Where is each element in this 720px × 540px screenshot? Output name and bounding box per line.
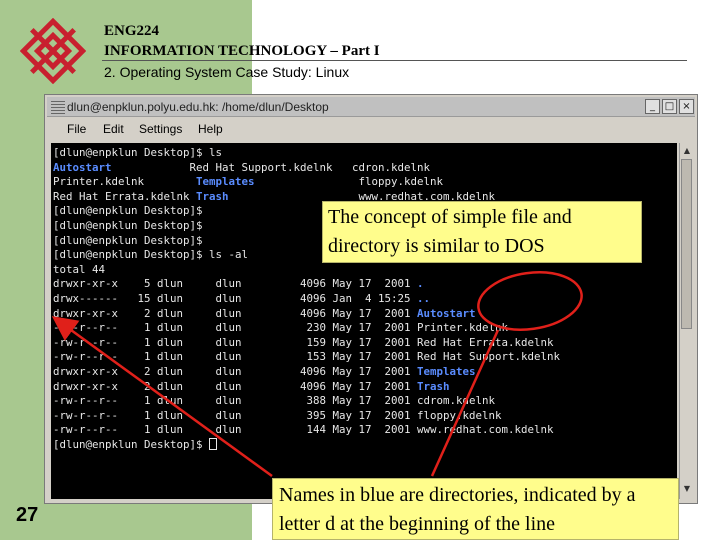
maximize-button[interactable]: □: [662, 99, 677, 114]
menu-settings[interactable]: Settings: [139, 122, 182, 136]
header-divider: [102, 60, 687, 61]
menu-file[interactable]: File: [67, 122, 86, 136]
scroll-up-icon[interactable]: ▲: [681, 145, 693, 157]
ls-row: -rw-r--r-- 1 dlun dlun 153 May 17 2001 R…: [53, 350, 561, 364]
dir-name: Templates: [196, 175, 255, 189]
minimize-button[interactable]: _: [645, 99, 660, 114]
window-menu-icon[interactable]: [51, 100, 65, 114]
file-name: floppy.kdelnk: [417, 408, 502, 422]
ls-row: -rw-r--r-- 1 dlun dlun 230 May 17 2001 P…: [53, 321, 509, 335]
scroll-down-icon[interactable]: ▼: [681, 483, 693, 495]
course-code: ENG224: [104, 23, 160, 39]
terminal-line: [dlun@enpklun Desktop]$ ls -al: [53, 248, 249, 262]
file-name: www.redhat.com.kdelnk: [417, 423, 554, 437]
ls-row: -rw-r--r-- 1 dlun dlun 388 May 17 2001 c…: [53, 394, 496, 408]
menubar: File Edit Settings Help: [47, 118, 695, 140]
course-title: INFORMATION TECHNOLOGY – Part I: [104, 43, 380, 59]
ls-row: -rw-r--r-- 1 dlun dlun 159 May 17 2001 R…: [53, 335, 554, 349]
terminal-line: Autostart Red Hat Support.kdelnk cdron.k…: [53, 160, 431, 174]
terminal-output[interactable]: [dlun@enpklun Desktop]$ ls Autostart Red…: [51, 143, 677, 499]
dir-name: Trash: [196, 189, 229, 203]
text-cursor: [209, 438, 218, 450]
terminal-line: [dlun@enpklun Desktop]$ ls: [53, 146, 223, 159]
file-name: Red Hat Errata.kdelnk: [417, 335, 554, 349]
file-name: Red Hat Support.kdelnk: [417, 350, 561, 364]
slide-subtitle: 2. Operating System Case Study: Linux: [104, 64, 350, 80]
dir-name: Autostart: [417, 306, 476, 320]
ls-row: -rw-r--r-- 1 dlun dlun 144 May 17 2001 w…: [53, 423, 554, 437]
terminal-scrollbar[interactable]: ▲ ▼: [679, 143, 693, 499]
terminal-prompt[interactable]: [dlun@enpklun Desktop]$: [53, 438, 218, 453]
dir-name: .: [417, 277, 424, 291]
window-title: dlun@enpklun.polyu.edu.hk: /home/dlun/De…: [67, 100, 329, 114]
file-name: cdrom.kdelnk: [417, 394, 496, 408]
window-titlebar[interactable]: dlun@enpklun.polyu.edu.hk: /home/dlun/De…: [47, 97, 695, 117]
dir-name: ..: [417, 292, 431, 305]
ls-row: -rw-r--r-- 1 dlun dlun 395 May 17 2001 f…: [53, 408, 502, 422]
close-button[interactable]: ×: [679, 99, 694, 114]
ls-row: drwxr-xr-x 5 dlun dlun 4096 May 17 2001 …: [53, 277, 424, 291]
terminal-line: Printer.kdelnk Templates floppy.kdelnk: [53, 175, 444, 189]
menu-edit[interactable]: Edit: [103, 122, 124, 136]
terminal-line: total 44: [53, 262, 106, 276]
ls-row: drwx------ 15 dlun dlun 4096 Jan 4 15:25…: [53, 292, 431, 305]
menu-help[interactable]: Help: [198, 122, 223, 136]
dir-name: Autostart: [53, 160, 112, 174]
terminal-line: [dlun@enpklun Desktop]$: [53, 219, 203, 232]
terminal-line: [dlun@enpklun Desktop]$: [53, 233, 203, 247]
terminal-line: [dlun@enpklun Desktop]$: [53, 204, 203, 218]
dir-name: Templates: [417, 365, 476, 378]
terminal-window[interactable]: dlun@enpklun.polyu.edu.hk: /home/dlun/De…: [44, 94, 698, 504]
ls-row: drwxr-xr-x 2 dlun dlun 4096 May 17 2001 …: [53, 379, 450, 393]
slide-header: ENG224 INFORMATION TECHNOLOGY – Part I 2…: [104, 21, 380, 83]
dir-name: Trash: [417, 379, 450, 393]
callout-blue-directories: Names in blue are directories, indicated…: [272, 478, 679, 540]
scrollbar-thumb[interactable]: [681, 159, 692, 329]
ls-row: drwxr-xr-x 2 dlun dlun 4096 May 17 2001 …: [53, 306, 476, 320]
polyu-logo-icon: [20, 18, 86, 84]
callout-dos-similarity: The concept of simple file and directory…: [322, 201, 642, 263]
ls-row: drwxr-xr-x 2 dlun dlun 4096 May 17 2001 …: [53, 365, 476, 378]
page-number: 27: [16, 504, 39, 526]
file-name: Printer.kdelnk: [417, 321, 509, 335]
